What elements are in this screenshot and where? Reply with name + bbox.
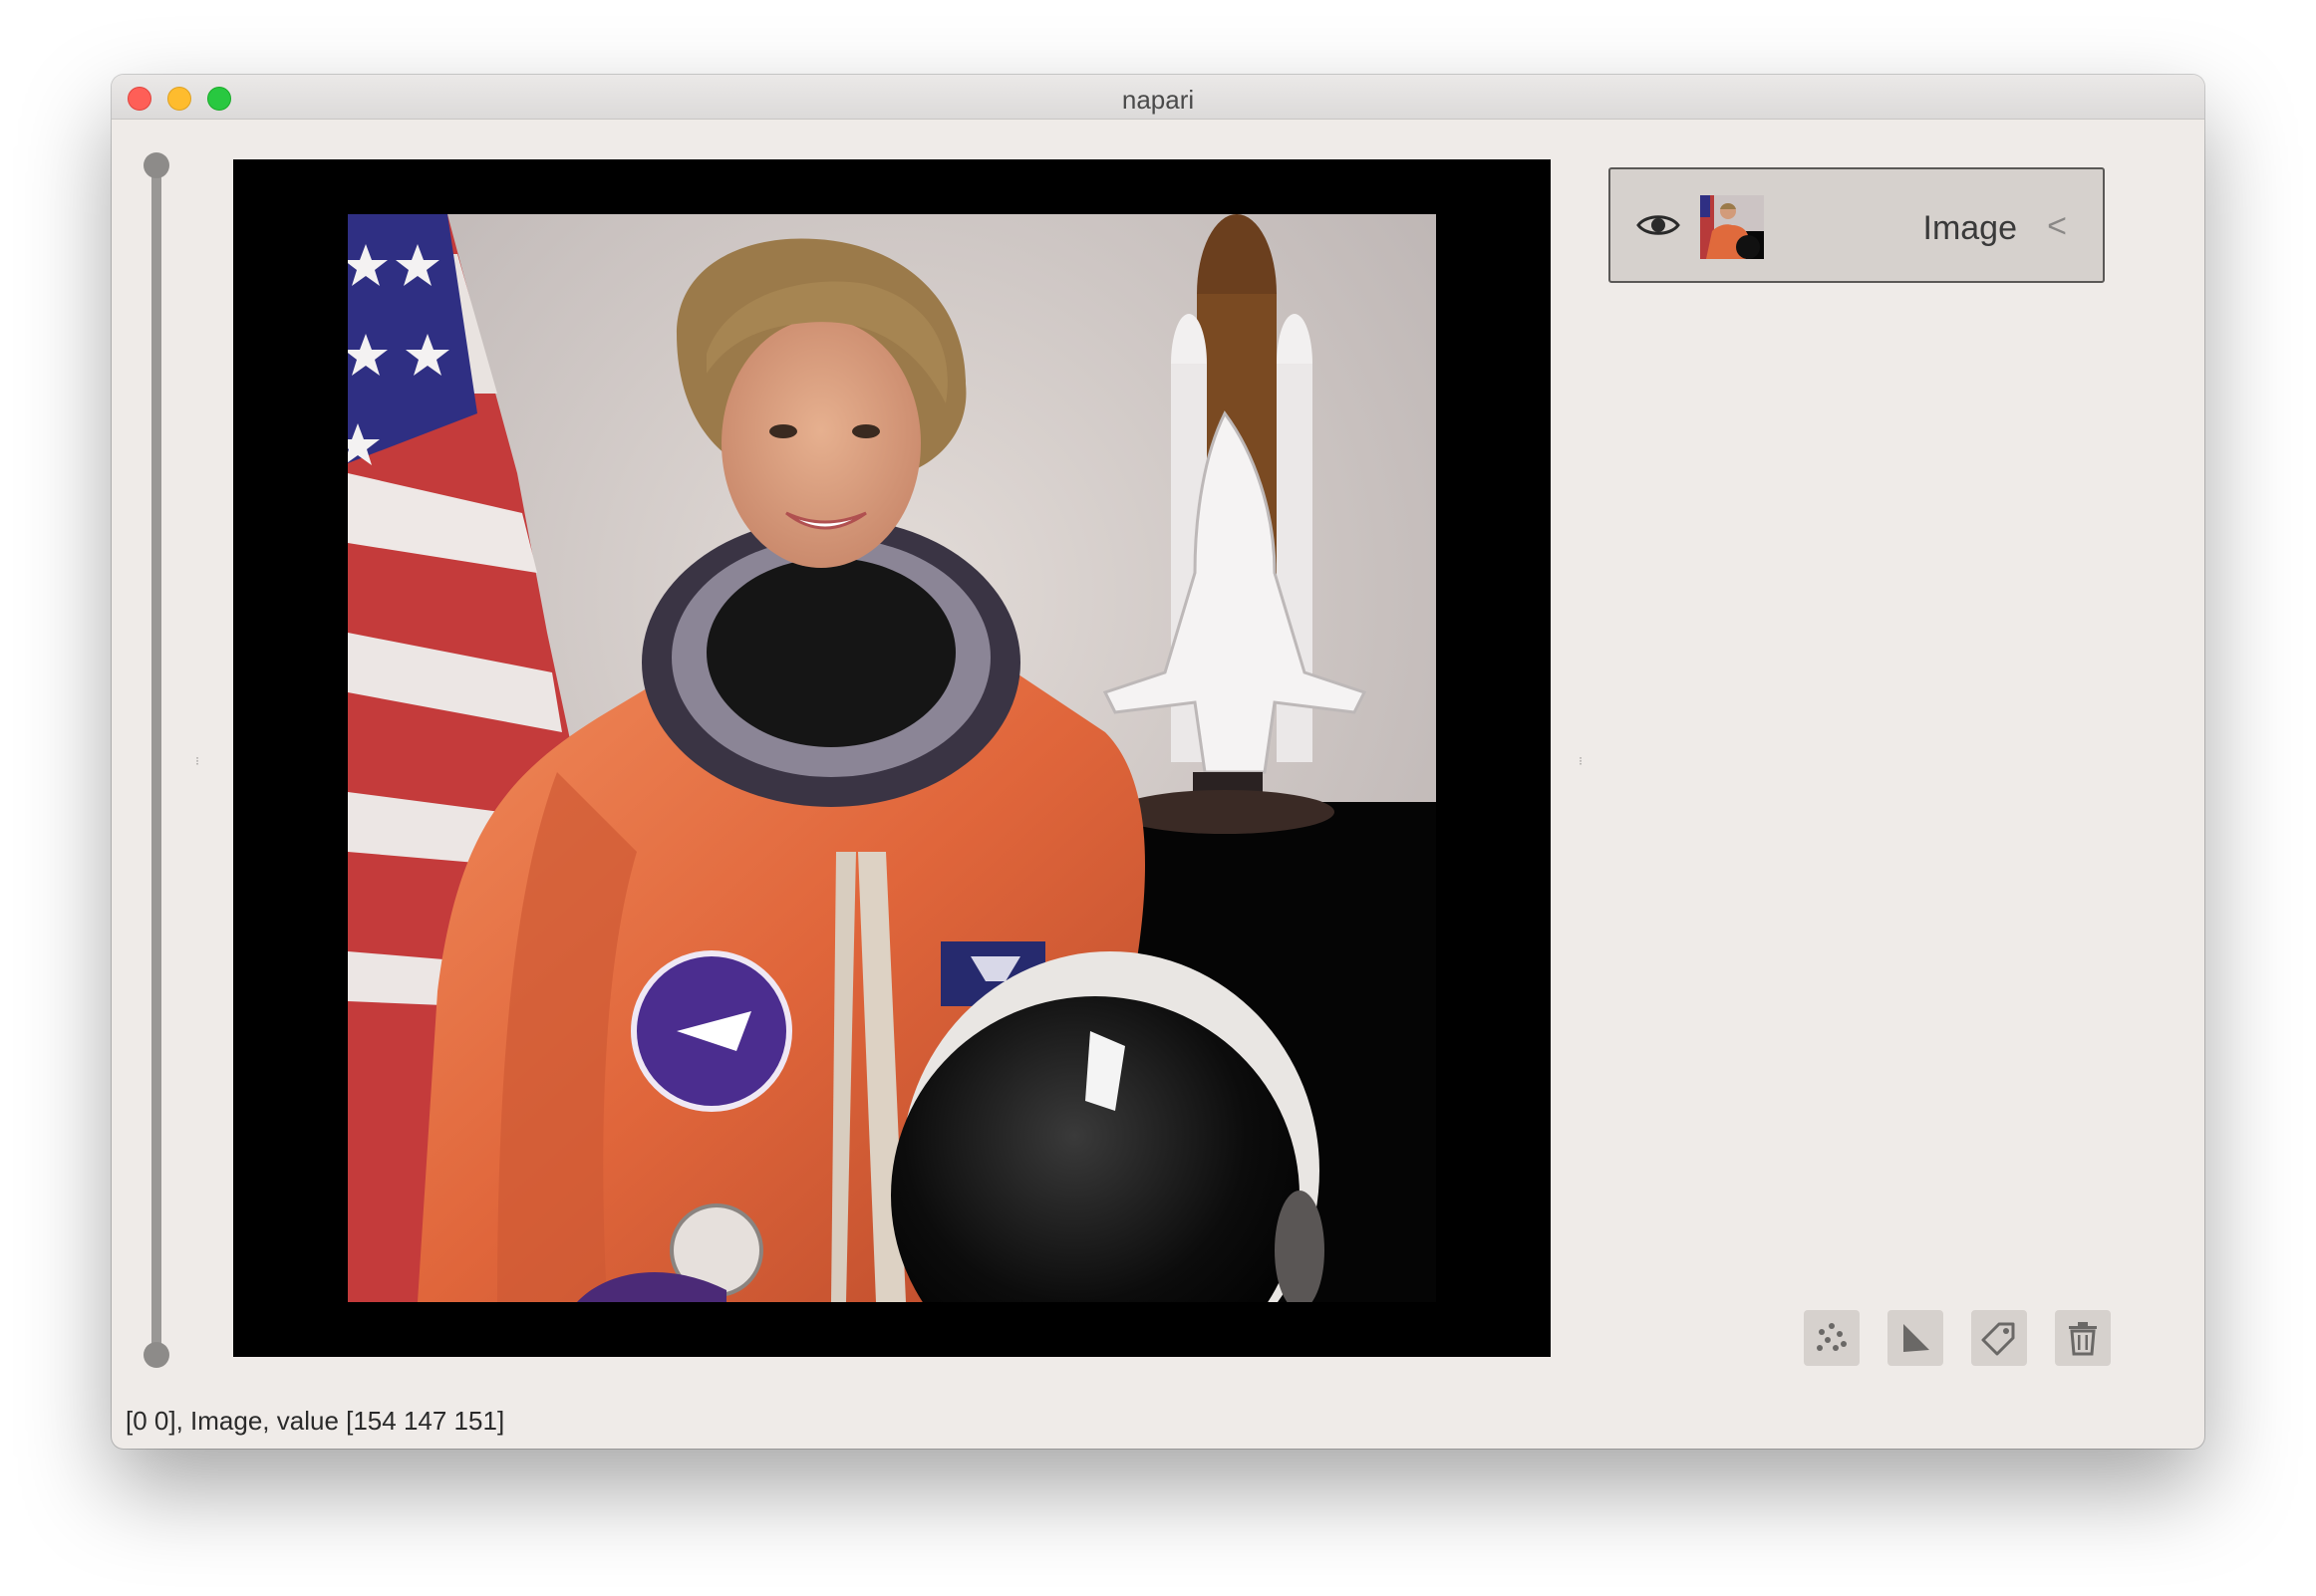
new-shapes-layer-button[interactable] xyxy=(1887,1310,1943,1366)
chevron-left-icon[interactable]: < xyxy=(2047,207,2067,246)
title-bar[interactable]: napari xyxy=(112,75,2204,120)
dims-slider-top-handle[interactable] xyxy=(144,152,169,178)
delete-layer-button[interactable] xyxy=(2055,1310,2111,1366)
image-canvas[interactable] xyxy=(233,159,1551,1357)
new-points-layer-button[interactable] xyxy=(1804,1310,1860,1366)
left-splitter-handle[interactable]: ⁝ xyxy=(193,754,201,768)
layer-thumbnail xyxy=(1700,195,1764,259)
status-bar: [0 0], Image, value [154 147 151] xyxy=(126,1406,505,1436)
dims-slider-bottom-handle[interactable] xyxy=(144,1342,169,1368)
new-labels-layer-button[interactable] xyxy=(1971,1310,2027,1366)
napari-window: napari ⁝ ⁝ Image < [0 0], Image, value [… xyxy=(112,75,2204,1449)
layer-name-label: Image xyxy=(1922,209,2018,247)
window-title: napari xyxy=(1121,85,1195,115)
dims-slider-track[interactable] xyxy=(151,162,161,1354)
right-splitter-handle[interactable]: ⁝ xyxy=(1577,754,1585,768)
layer-item-image[interactable]: Image < xyxy=(1608,167,2105,283)
astronaut-image xyxy=(348,214,1436,1302)
eye-icon[interactable] xyxy=(1636,210,1680,240)
